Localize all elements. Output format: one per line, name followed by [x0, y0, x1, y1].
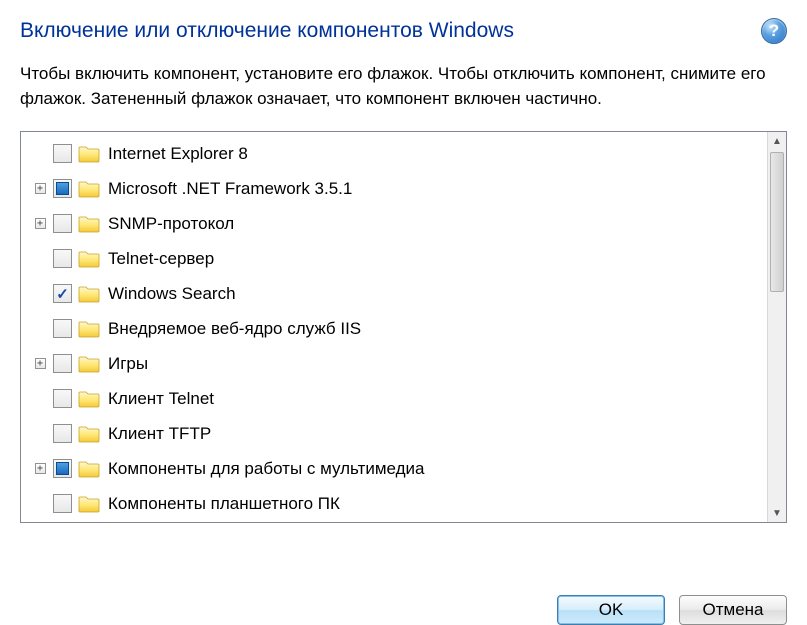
feature-label: Клиент Telnet: [108, 389, 214, 409]
expander[interactable]: +: [31, 358, 49, 369]
folder-icon: [78, 179, 100, 198]
tree-item[interactable]: Клиент TFTP: [21, 416, 767, 451]
feature-label: Компоненты для работы с мультимедиа: [108, 459, 424, 479]
dialog-button-row: OK Отмена: [557, 589, 787, 625]
feature-checkbox[interactable]: [53, 389, 72, 408]
folder-icon: [78, 424, 100, 443]
tree-item[interactable]: Клиент Telnet: [21, 381, 767, 416]
feature-checkbox[interactable]: [53, 144, 72, 163]
folder-icon: [78, 319, 100, 338]
feature-checkbox[interactable]: [53, 284, 72, 303]
expander[interactable]: +: [31, 218, 49, 229]
folder-icon: [78, 144, 100, 163]
tree-item[interactable]: + SNMP-протокол: [21, 206, 767, 241]
feature-label: Internet Explorer 8: [108, 144, 248, 164]
tree-item[interactable]: + Microsoft .NET Framework 3.5.1: [21, 171, 767, 206]
feature-checkbox[interactable]: [53, 494, 72, 513]
scroll-up-arrow[interactable]: ▲: [768, 132, 786, 150]
feature-label: Игры: [108, 354, 148, 374]
feature-label: SNMP-протокол: [108, 214, 234, 234]
tree-item[interactable]: Внедряемое веб-ядро служб IIS: [21, 311, 767, 346]
folder-icon: [78, 494, 100, 513]
feature-label: Внедряемое веб-ядро служб IIS: [108, 319, 361, 339]
tree-item[interactable]: Компоненты планшетного ПК: [21, 486, 767, 521]
folder-icon: [78, 354, 100, 373]
help-icon[interactable]: ?: [761, 18, 787, 44]
ok-button[interactable]: OK: [557, 595, 665, 625]
folder-icon: [78, 459, 100, 478]
features-tree: Internet Explorer 8 + Microsoft .NET Fram…: [20, 131, 787, 523]
expander[interactable]: +: [31, 183, 49, 194]
feature-checkbox[interactable]: [53, 354, 72, 373]
tree-item[interactable]: Windows Search: [21, 276, 767, 311]
plus-icon[interactable]: +: [35, 358, 46, 369]
folder-icon: [78, 284, 100, 303]
expander[interactable]: +: [31, 463, 49, 474]
dialog-title: Включение или отключение компонентов Win…: [20, 19, 514, 43]
feature-label: Windows Search: [108, 284, 236, 304]
tree-body: Internet Explorer 8 + Microsoft .NET Fram…: [21, 132, 767, 522]
vertical-scrollbar[interactable]: ▲ ▼: [767, 132, 786, 522]
feature-label: Клиент TFTP: [108, 424, 211, 444]
folder-icon: [78, 249, 100, 268]
feature-checkbox[interactable]: [53, 214, 72, 233]
window-body: Включение или отключение компонентов Win…: [0, 0, 807, 523]
plus-icon[interactable]: +: [35, 218, 46, 229]
feature-checkbox[interactable]: [53, 459, 72, 478]
feature-checkbox[interactable]: [53, 424, 72, 443]
plus-icon[interactable]: +: [35, 463, 46, 474]
feature-checkbox[interactable]: [53, 249, 72, 268]
feature-label: Microsoft .NET Framework 3.5.1: [108, 179, 352, 199]
tree-item[interactable]: Telnet-сервер: [21, 241, 767, 276]
dialog-description: Чтобы включить компонент, установите его…: [20, 62, 787, 111]
scroll-down-arrow[interactable]: ▼: [768, 504, 786, 522]
plus-icon[interactable]: +: [35, 183, 46, 194]
feature-checkbox[interactable]: [53, 179, 72, 198]
tree-item[interactable]: + Игры: [21, 346, 767, 381]
folder-icon: [78, 214, 100, 233]
feature-label: Компоненты планшетного ПК: [108, 494, 340, 514]
folder-icon: [78, 389, 100, 408]
title-row: Включение или отключение компонентов Win…: [20, 18, 787, 44]
tree-item[interactable]: + Компоненты для работы с мультимедиа: [21, 451, 767, 486]
feature-checkbox[interactable]: [53, 319, 72, 338]
scroll-thumb[interactable]: [770, 152, 784, 292]
tree-item[interactable]: Internet Explorer 8: [21, 136, 767, 171]
feature-label: Telnet-сервер: [108, 249, 214, 269]
cancel-button[interactable]: Отмена: [679, 595, 787, 625]
